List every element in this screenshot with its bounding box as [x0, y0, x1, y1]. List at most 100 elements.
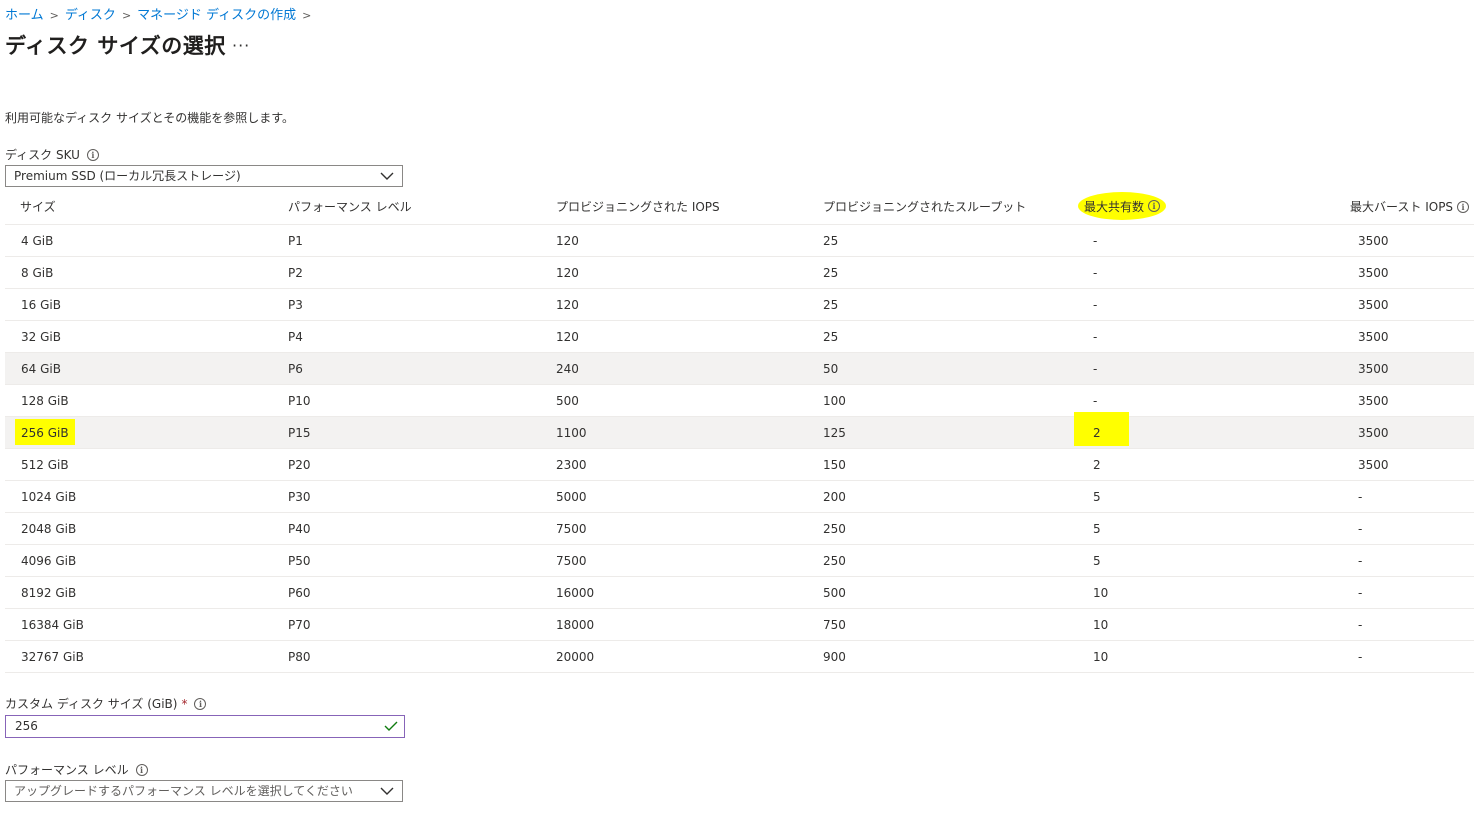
breadcrumb: ホーム > ディスク > マネージド ディスクの作成 > — [5, 4, 317, 23]
table-row[interactable]: 64 GiB P6 240 50 - 3500 — [5, 353, 1474, 385]
table-cell: 10 — [1093, 650, 1109, 664]
table-cell: 16384 GiB — [21, 618, 84, 632]
table-row[interactable]: 2048 GiB P40 7500 250 5 - — [5, 513, 1474, 545]
table-row[interactable]: 32767 GiB P80 20000 900 10 - — [5, 641, 1474, 673]
table-cell: 10 — [1093, 586, 1109, 600]
table-cell: 8192 GiB — [21, 586, 77, 600]
table-row[interactable]: 4096 GiB P50 7500 250 5 - — [5, 545, 1474, 577]
breadcrumb-home-link[interactable]: ホーム — [5, 8, 44, 23]
table-cell: 20000 — [556, 650, 595, 664]
disk-sku-selected-value: Premium SSD (ローカル冗長ストレージ) — [14, 169, 241, 183]
breadcrumb-create-disk-link[interactable]: マネージド ディスクの作成 — [137, 8, 296, 23]
chevron-right-icon: > — [302, 9, 312, 22]
required-indicator: * — [181, 696, 188, 711]
more-options-button[interactable]: ··· — [232, 36, 250, 55]
info-icon[interactable]: i — [1457, 200, 1470, 213]
performance-level-placeholder: アップグレードするパフォーマンス レベルを選択してください — [14, 784, 353, 798]
table-cell: P3 — [288, 298, 303, 312]
table-cell: 3500 — [1358, 362, 1389, 376]
table-cell: 750 — [823, 618, 846, 632]
table-cell: 4096 GiB — [21, 554, 77, 568]
table-row[interactable]: 4 GiB P1 120 25 - 3500 — [5, 225, 1474, 257]
performance-level-label-text: パフォーマンス レベル — [5, 763, 129, 777]
column-header-label: パフォーマンス レベル — [288, 200, 412, 214]
column-header-max-burst-iops[interactable]: 最大バースト IOPS i — [1350, 198, 1470, 215]
table-cell: 500 — [556, 394, 579, 408]
custom-size-value: 256 — [15, 719, 38, 733]
checkmark-icon — [384, 721, 398, 731]
table-cell: 10 — [1093, 618, 1109, 632]
chevron-down-icon — [380, 787, 394, 795]
table-cell: 25 — [823, 330, 839, 344]
table-cell: 1024 GiB — [21, 490, 77, 504]
breadcrumb-disks-link[interactable]: ディスク — [65, 8, 116, 23]
table-cell: 120 — [556, 298, 579, 312]
table-row[interactable]: 8 GiB P2 120 25 - 3500 — [5, 257, 1474, 289]
table-row[interactable]: 256 GiB P15 1100 125 2 3500 — [5, 412, 1474, 449]
info-icon[interactable]: i — [1148, 200, 1161, 212]
table-cell: - — [1093, 298, 1098, 312]
table-cell: 3500 — [1358, 458, 1389, 472]
table-row[interactable]: 16384 GiB P70 18000 750 10 - — [5, 609, 1474, 641]
table-cell: P6 — [288, 362, 303, 376]
disk-sku-dropdown[interactable]: Premium SSD (ローカル冗長ストレージ) — [5, 165, 403, 187]
column-header-max-shares[interactable]: 最大共有数 i — [1078, 192, 1167, 220]
page-title: ディスク サイズの選択 — [5, 34, 226, 58]
table-cell: 32 GiB — [21, 330, 61, 344]
table-row[interactable]: 1024 GiB P30 5000 200 5 - — [5, 481, 1474, 513]
table-row[interactable]: 32 GiB P4 120 25 - 3500 — [5, 321, 1474, 353]
table-cell: - — [1093, 330, 1098, 344]
info-icon[interactable]: i — [194, 697, 207, 710]
table-cell: 25 — [823, 298, 839, 312]
table-cell: 16000 — [556, 586, 595, 600]
table-cell: P2 — [288, 266, 303, 280]
disk-sku-label-text: ディスク SKU — [5, 148, 80, 162]
table-cell: 18000 — [556, 618, 595, 632]
table-cell: 25 — [823, 234, 839, 248]
table-cell: P60 — [288, 586, 311, 600]
performance-level-dropdown[interactable]: アップグレードするパフォーマンス レベルを選択してください — [5, 780, 403, 802]
table-row[interactable]: 16 GiB P3 120 25 - 3500 — [5, 289, 1474, 321]
column-header-size[interactable]: サイズ — [20, 198, 56, 215]
table-cell: 3500 — [1358, 394, 1389, 408]
table-cell: - — [1093, 266, 1098, 280]
table-row[interactable]: 512 GiB P20 2300 150 2 3500 — [5, 449, 1474, 481]
table-cell: - — [1358, 618, 1363, 632]
table-cell: 120 — [556, 330, 579, 344]
table-row[interactable]: 8192 GiB P60 16000 500 10 - — [5, 577, 1474, 609]
table-cell: 250 — [823, 522, 846, 536]
table-row[interactable]: 128 GiB P10 500 100 - 3500 — [5, 385, 1474, 417]
table-cell: - — [1093, 362, 1098, 376]
table-cell: 5 — [1093, 490, 1101, 504]
table-cell: 5 — [1093, 522, 1101, 536]
table-cell: - — [1093, 234, 1098, 248]
table-cell: 25 — [823, 266, 839, 280]
custom-size-input[interactable]: 256 — [5, 715, 405, 738]
info-icon[interactable]: i — [135, 763, 148, 776]
table-cell: 500 — [823, 586, 846, 600]
table-cell: P4 — [288, 330, 303, 344]
column-header-provisioned-throughput[interactable]: プロビジョニングされたスループット — [823, 198, 1026, 215]
table-cell: - — [1358, 586, 1363, 600]
page-description: 利用可能なディスク サイズとその機能を参照します。 — [5, 111, 295, 125]
info-icon[interactable]: i — [86, 148, 99, 161]
table-cell: 2048 GiB — [21, 522, 77, 536]
table-cell: 2 — [1093, 458, 1101, 472]
table-cell: P40 — [288, 522, 311, 536]
table-cell: 8 GiB — [21, 266, 54, 280]
table-cell: - — [1358, 490, 1363, 504]
column-header-provisioned-iops[interactable]: プロビジョニングされた IOPS — [556, 198, 720, 215]
table-cell: 2 — [1074, 412, 1129, 446]
table-cell: P50 — [288, 554, 311, 568]
table-cell: - — [1093, 394, 1098, 408]
table-cell: 3500 — [1358, 266, 1389, 280]
table-cell: 128 GiB — [21, 394, 69, 408]
table-cell: P10 — [288, 394, 311, 408]
chevron-right-icon: > — [121, 9, 132, 22]
table-cell: 3500 — [1358, 426, 1389, 440]
table-cell: 1100 — [556, 426, 587, 440]
table-cell: 3500 — [1358, 330, 1389, 344]
custom-size-label: カスタム ディスク サイズ (GiB) * i — [5, 695, 207, 712]
column-header-performance-tier[interactable]: パフォーマンス レベル — [288, 198, 412, 215]
table-cell: 150 — [823, 458, 846, 472]
